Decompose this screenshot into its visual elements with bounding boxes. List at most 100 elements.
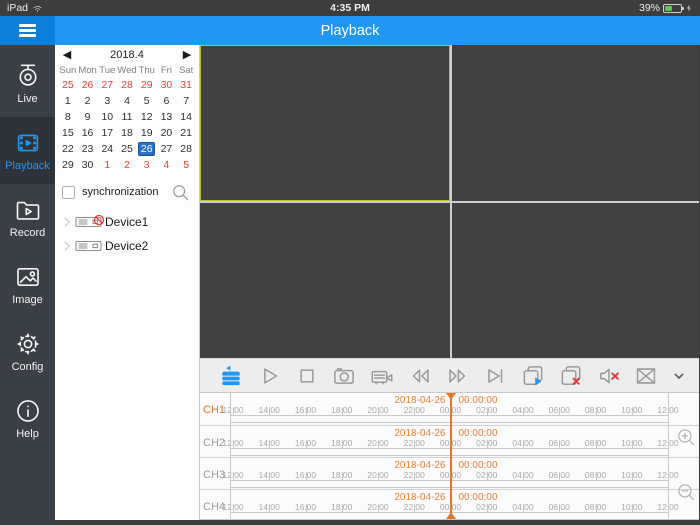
calendar-day[interactable]: 1: [58, 93, 78, 109]
calendar-day[interactable]: 4: [117, 93, 137, 109]
calendar-weekday: Sat: [179, 64, 194, 76]
video-pane-1[interactable]: [200, 45, 450, 201]
calendar-day[interactable]: 2: [78, 93, 98, 109]
synchronization-checkbox[interactable]: [62, 185, 75, 199]
sidebar-item-image[interactable]: Image: [0, 251, 55, 318]
rewind-button[interactable]: [405, 362, 435, 390]
sidebar-item-label: Help: [16, 428, 39, 440]
tick-label: 22:00: [403, 438, 425, 448]
calendar-day[interactable]: 5: [176, 157, 196, 173]
calendar-day[interactable]: 1: [97, 157, 117, 173]
calendar-day[interactable]: 17: [97, 125, 117, 141]
sidebar-item-help[interactable]: Help: [0, 385, 55, 452]
device-list-button[interactable]: [216, 362, 246, 390]
calendar-day[interactable]: 16: [78, 125, 98, 141]
calendar-day[interactable]: 9: [78, 109, 98, 125]
calendar-day[interactable]: 22: [58, 141, 78, 157]
calendar-day-label: 5: [183, 159, 190, 171]
calendar-day[interactable]: 11: [117, 109, 137, 125]
calendar-weekday: Tue: [99, 64, 116, 76]
calendar-day[interactable]: 31: [176, 77, 196, 93]
zoom-in-icon[interactable]: [675, 426, 697, 448]
chevron-right-icon[interactable]: [60, 239, 74, 253]
calendar-day[interactable]: 5: [137, 93, 157, 109]
zoom-out-icon[interactable]: [675, 481, 697, 503]
tick-label: 08:00: [584, 470, 607, 480]
calendar-day[interactable]: 27: [157, 141, 177, 157]
calendar-day[interactable]: 19: [137, 125, 157, 141]
prev-month-icon[interactable]: ◀: [58, 47, 76, 62]
live-camera-icon: [14, 62, 42, 90]
chevron-right-icon[interactable]: [60, 215, 74, 229]
calendar-day[interactable]: 3: [137, 157, 157, 173]
tick-label: 18:00: [331, 405, 353, 415]
playhead-handle-top[interactable]: [445, 393, 456, 400]
frame-step-button[interactable]: [480, 362, 510, 390]
next-month-icon[interactable]: ▶: [178, 47, 196, 62]
calendar-day[interactable]: 15: [58, 125, 78, 141]
device-row[interactable]: Device1: [55, 210, 199, 234]
calendar-day[interactable]: 13: [157, 109, 177, 125]
calendar-day[interactable]: 29: [137, 77, 157, 93]
calendar-day[interactable]: 26: [78, 77, 98, 93]
video-pane-4[interactable]: [452, 203, 699, 358]
calendar-day-label: 2: [84, 95, 91, 107]
title-bar: Playback: [0, 16, 700, 45]
sidebar-item-config[interactable]: Config: [0, 318, 55, 385]
calendar-day[interactable]: 8: [58, 109, 78, 125]
calendar-day[interactable]: 30: [78, 157, 98, 173]
calendar-day[interactable]: 23: [78, 141, 98, 157]
calendar-day[interactable]: 28: [117, 77, 137, 93]
record-button[interactable]: [367, 362, 397, 390]
calendar-day[interactable]: 27: [97, 77, 117, 93]
calendar-day-label: 24: [101, 143, 114, 155]
playhead-handle-bottom[interactable]: [445, 512, 456, 519]
calendar-day[interactable]: 6: [157, 93, 177, 109]
calendar-day[interactable]: 3: [97, 93, 117, 109]
fast-forward-button[interactable]: [443, 362, 473, 390]
stop-button[interactable]: [292, 362, 322, 390]
playback-film-icon: [14, 129, 42, 157]
mute-button[interactable]: [594, 362, 624, 390]
video-pane-2[interactable]: [452, 45, 699, 201]
calendar-day[interactable]: 10: [97, 109, 117, 125]
calendar-day[interactable]: 29: [58, 157, 78, 173]
calendar-day[interactable]: 25: [58, 77, 78, 93]
sidebar-item-record[interactable]: Record: [0, 184, 55, 251]
calendar-day[interactable]: 18: [117, 125, 137, 141]
calendar-day[interactable]: 21: [176, 125, 196, 141]
tick-label: 02:00: [476, 438, 498, 448]
calendar-day-label: 1: [64, 95, 71, 107]
calendar-day-label: 7: [183, 95, 190, 107]
playhead-line[interactable]: [449, 393, 452, 519]
snapshot-button[interactable]: [329, 362, 359, 390]
device-row[interactable]: Device2: [55, 234, 199, 258]
calendar-day[interactable]: 25: [117, 141, 137, 157]
calendar-day[interactable]: 2: [117, 157, 137, 173]
play-button[interactable]: [254, 362, 284, 390]
calendar-day-label: 4: [124, 95, 130, 107]
video-pane-3[interactable]: [200, 203, 450, 358]
calendar-day[interactable]: 4: [157, 157, 177, 173]
calendar-day[interactable]: 12: [137, 109, 157, 125]
sidebar-item-live[interactable]: Live: [0, 50, 55, 117]
record-folder-icon: [14, 196, 42, 224]
tick-label: 06:00: [548, 470, 570, 480]
close-all-button[interactable]: [556, 362, 586, 390]
close-channel-button[interactable]: [631, 362, 661, 390]
calendar-day[interactable]: 7: [176, 93, 196, 109]
search-icon[interactable]: [170, 182, 191, 203]
calendar-day[interactable]: 26: [137, 141, 157, 157]
calendar-day[interactable]: 14: [176, 109, 196, 125]
collapse-toolbar-button[interactable]: [669, 362, 689, 390]
calendar-day[interactable]: 30: [157, 77, 177, 93]
calendar-day[interactable]: 20: [157, 125, 177, 141]
sidebar-item-playback[interactable]: Playback: [0, 117, 55, 184]
play-all-button[interactable]: [518, 362, 548, 390]
calendar-day-label: 16: [81, 127, 94, 139]
calendar-day[interactable]: 24: [97, 141, 117, 157]
tick-label: 16:00: [294, 438, 317, 448]
timeline-panel: CH1 2018-04-26 00:00:00 12:00 14:00 16:00 18:0…: [200, 392, 699, 520]
calendar-day[interactable]: 28: [176, 141, 196, 157]
calendar-day-label: 30: [81, 159, 94, 171]
